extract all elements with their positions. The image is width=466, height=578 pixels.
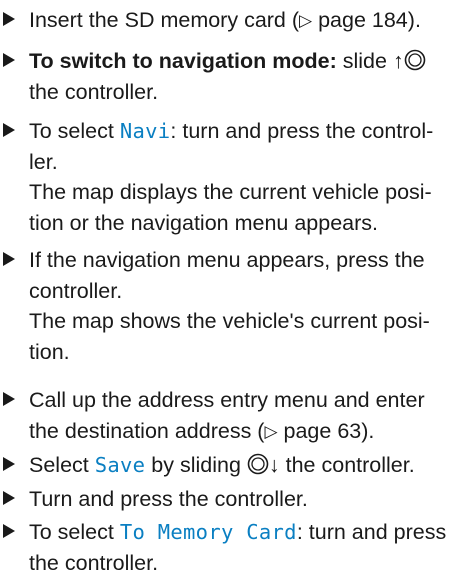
ui-term-save: Save	[94, 453, 146, 477]
step-turn-press: Turn and press the controller.	[3, 487, 308, 511]
controller-knob-icon	[247, 453, 269, 475]
page-reference-icon: ▷	[299, 11, 313, 30]
ui-term-to-memory-card: To Memory Card	[119, 520, 297, 544]
slide-down-arrow-icon: ↓	[268, 453, 280, 477]
step-navigation-menu: If the navigation menu appears, press th…	[3, 248, 430, 364]
page-reference-icon: ▷	[264, 421, 278, 441]
page-ref: page 63	[283, 418, 362, 443]
step-select-navi: To select Navi: turn and press the contr…	[3, 119, 434, 235]
instruction-list: Insert the SD memory card (▷ page 184). …	[0, 0, 466, 575]
step-select-memory-card: To select To Memory Card: turn and press…	[3, 520, 447, 575]
step-insert-card: Insert the SD memory card (▷ page 184).	[3, 8, 421, 32]
page-ref: page 184	[318, 8, 408, 32]
step-address-entry: Call up the address entry menu and enter…	[3, 388, 425, 443]
controller-knob-icon	[404, 49, 426, 71]
step-select-save: Select Save by sliding ↓ the controller.	[3, 453, 415, 477]
step-switch-navigation: To switch to navigation mode: slide ↑ th…	[0, 46, 458, 107]
ui-term-navi: Navi	[119, 119, 171, 143]
slide-up-arrow-icon: ↑	[392, 49, 404, 73]
